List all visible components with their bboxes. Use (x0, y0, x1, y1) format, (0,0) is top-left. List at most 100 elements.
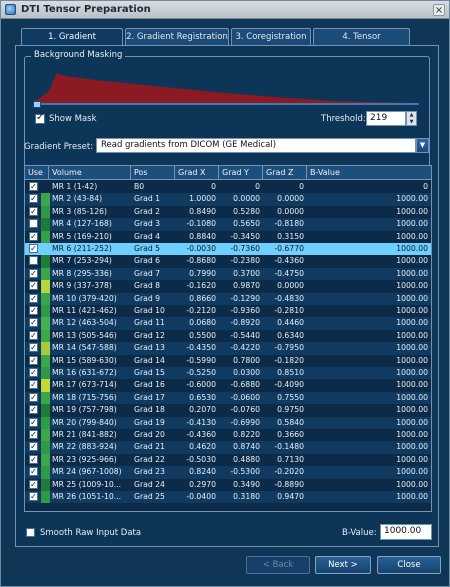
cell-gx: 0.8840 (189, 231, 216, 241)
table-row[interactable]: ✓ MR 2 (43-84) Grad 1 1.0000 0.0000 0.0000 100… (25, 193, 431, 206)
gradient-color-swatch (41, 205, 50, 219)
chevron-down-icon[interactable]: ▼ (416, 138, 429, 153)
cell-gy: -0.0600 (230, 392, 260, 402)
use-checkbox[interactable]: ✓ (29, 380, 38, 390)
table-row[interactable]: ✓ MR 22 (883-924) Grad 21 0.4620 0.8740 -0.14… (25, 441, 431, 454)
cell-pos: Grad 19 (134, 417, 165, 427)
cell-b: 1000.00 (396, 268, 428, 278)
tab-gradient-assignment[interactable]: 1. Gradient Assignment (21, 28, 123, 58)
table-row[interactable]: ✓ MR 21 (841-882) Grad 20 -0.4360 0.8220 0.36… (25, 429, 431, 442)
use-checkbox[interactable]: ✓ (29, 330, 38, 340)
cell-gz: 0.7130 (277, 454, 304, 464)
use-checkbox[interactable]: ✓ (29, 318, 38, 328)
table-header: Use Volume Pos Grad X Grad Y Grad Z B-Va… (25, 166, 431, 180)
use-checkbox[interactable]: ✓ (29, 467, 38, 477)
table-row[interactable]: ✓ MR 14 (547-588) Grad 13 -0.4350 -0.4220 -0.… (25, 342, 431, 355)
back-button[interactable]: < Back (246, 556, 310, 574)
use-checkbox[interactable] (29, 256, 38, 266)
table-row[interactable]: ✓ MR 24 (967-1008) Grad 23 0.8240 -0.5300 -0.… (25, 466, 431, 479)
table-row[interactable]: ✓ MR 18 (715-756) Grad 17 0.6530 -0.0600 0.75… (25, 391, 431, 405)
table-row[interactable]: ✓ MR 19 (757-798) Grad 18 0.2070 -0.0760 0.97… (25, 404, 431, 417)
use-checkbox[interactable]: ✓ (29, 281, 38, 291)
gradient-preset-select[interactable]: Read gradients from DICOM (GE Medical) (96, 138, 416, 153)
cell-gz: -0.4090 (274, 380, 304, 390)
use-checkbox[interactable]: ✓ (29, 268, 38, 278)
smooth-raw-checkbox[interactable] (26, 528, 35, 537)
table-row[interactable]: ✓ MR 20 (799-840) Grad 19 -0.4130 -0.6990 0.5… (25, 416, 431, 429)
use-checkbox[interactable]: ✓ (29, 194, 38, 204)
col-grad-z[interactable]: Grad Z (263, 166, 307, 180)
use-checkbox[interactable] (29, 219, 38, 229)
cell-gx: 0.5500 (189, 330, 216, 340)
col-grad-y[interactable]: Grad Y (219, 166, 263, 180)
use-checkbox[interactable]: ✓ (29, 343, 38, 353)
use-checkbox[interactable]: ✓ (29, 206, 38, 216)
cell-gy: 0.3490 (233, 479, 260, 489)
table-row[interactable]: ✓ MR 11 (421-462) Grad 10 -0.2120 -0.9360 -0.… (25, 305, 431, 318)
table-row[interactable]: ✓ MR 15 (589-630) Grad 14 -0.5990 0.7800 -0.1… (25, 354, 431, 367)
b-value-input[interactable]: 1000.00 (380, 524, 432, 540)
cell-gz: -0.4830 (274, 293, 304, 303)
table-row[interactable]: ✓ MR 17 (673-714) Grad 16 -0.6000 -0.6880 -0.… (25, 379, 431, 392)
table-row[interactable]: MR 7 (253-294) Grad 6 -0.8680 -0.2380 -0.436… (25, 255, 431, 268)
table-row[interactable]: ✓ MR 26 (1051-10... Grad 25 -0.0400 0.3180 0.… (25, 491, 431, 504)
next-button[interactable]: Next > (315, 556, 371, 574)
col-b-value[interactable]: B-Value (307, 166, 431, 180)
cell-gz: -0.6770 (274, 244, 304, 253)
table-row[interactable]: ✓ MR 12 (463-504) Grad 11 0.0680 -0.8920 0.44… (25, 317, 431, 330)
table-row[interactable]: ✓ MR 23 (925-966) Grad 22 -0.5030 0.4880 0.71… (25, 453, 431, 467)
cell-b: 1000.00 (396, 281, 428, 291)
show-mask-checkbox[interactable]: ✓ (35, 112, 45, 124)
col-use[interactable]: Use (25, 166, 49, 180)
use-checkbox[interactable]: ✓ (29, 392, 38, 402)
use-checkbox[interactable]: ✓ (29, 293, 38, 303)
table-row[interactable]: ✓ MR 8 (295-336) Grad 7 0.7990 0.3700 -0.4750… (25, 267, 431, 281)
table-row[interactable]: ✓ MR 16 (631-672) Grad 15 -0.5250 0.0300 0.85… (25, 367, 431, 380)
cell-gx: -0.2120 (186, 306, 216, 315)
table-row[interactable]: ✓ MR 9 (337-378) Grad 8 -0.1620 0.9870 0.0000… (25, 280, 431, 293)
title-bar[interactable]: DTI Tensor Preparation × (1, 1, 449, 19)
table-row[interactable]: MR 4 (127-168) Grad 3 -0.1080 0.5650 -0.8180… (25, 218, 431, 231)
close-window-icon[interactable]: × (433, 4, 445, 16)
table-row[interactable]: ✓ MR 5 (169-210) Grad 4 0.8840 -0.3450 0.3150… (25, 230, 431, 243)
cell-pos: Grad 7 (134, 268, 161, 278)
cell-gz: 0.7550 (277, 392, 304, 402)
use-checkbox[interactable]: ✓ (29, 231, 38, 241)
use-checkbox[interactable]: ✓ (29, 442, 38, 452)
use-checkbox[interactable]: ✓ (29, 405, 38, 415)
use-checkbox[interactable]: ✓ (29, 306, 38, 315)
tab-gradient-registration[interactable]: 2. Gradient Registration (125, 28, 229, 45)
use-checkbox[interactable]: ✓ (29, 368, 38, 377)
use-checkbox[interactable]: ✓ (29, 355, 38, 365)
use-checkbox[interactable]: ✓ (29, 182, 38, 191)
col-grad-x[interactable]: Grad X (175, 166, 219, 180)
table-row[interactable]: ✓ MR 13 (505-546) Grad 12 0.5500 -0.5440 0.63… (25, 329, 431, 343)
threshold-slider-handle[interactable] (33, 101, 41, 108)
cell-gz: -0.1480 (274, 442, 304, 452)
use-checkbox[interactable]: ✓ (29, 244, 38, 253)
use-checkbox[interactable]: ✓ (29, 417, 38, 427)
table-row[interactable]: ✓ MR 6 (211-252) Grad 5 -0.0030 -0.7360 -0.67… (25, 243, 431, 256)
table-row[interactable]: ✓ MR 3 (85-126) Grad 2 0.8490 0.5280 0.0000 10… (25, 205, 431, 219)
cell-gz: 0.6340 (277, 330, 304, 340)
cell-b: 1000.00 (396, 194, 428, 204)
use-checkbox[interactable]: ✓ (29, 454, 38, 464)
col-pos[interactable]: Pos (131, 166, 175, 180)
table-row[interactable]: ✓ MR 25 (1009-10... Grad 24 0.2970 0.3490 -0.… (25, 478, 431, 491)
tab-coregistration[interactable]: 3. Coregistration (231, 28, 311, 45)
show-mask-label: Show Mask (49, 114, 97, 124)
threshold-stepper[interactable]: ▲ ▼ (406, 111, 417, 126)
gradient-color-swatch (41, 441, 50, 454)
table-row[interactable]: ✓ MR 1 (1-42) B0 0 0 0 0 (25, 181, 431, 193)
close-button[interactable]: Close (377, 556, 441, 574)
use-checkbox[interactable]: ✓ (29, 492, 38, 501)
gradient-color-swatch (41, 230, 50, 243)
table-row[interactable]: ✓ MR 10 (379-420) Grad 9 0.8660 -0.1290 -0.48… (25, 292, 431, 305)
use-checkbox[interactable]: ✓ (29, 479, 38, 489)
use-checkbox[interactable]: ✓ (29, 430, 38, 439)
col-volume[interactable]: Volume (49, 166, 131, 180)
tab-tensor-computation[interactable]: 4. Tensor Computation (313, 28, 410, 58)
threshold-input[interactable]: 219 (366, 111, 406, 126)
cell-b: 1000.00 (396, 231, 428, 241)
stepper-down-icon[interactable]: ▼ (407, 119, 416, 126)
